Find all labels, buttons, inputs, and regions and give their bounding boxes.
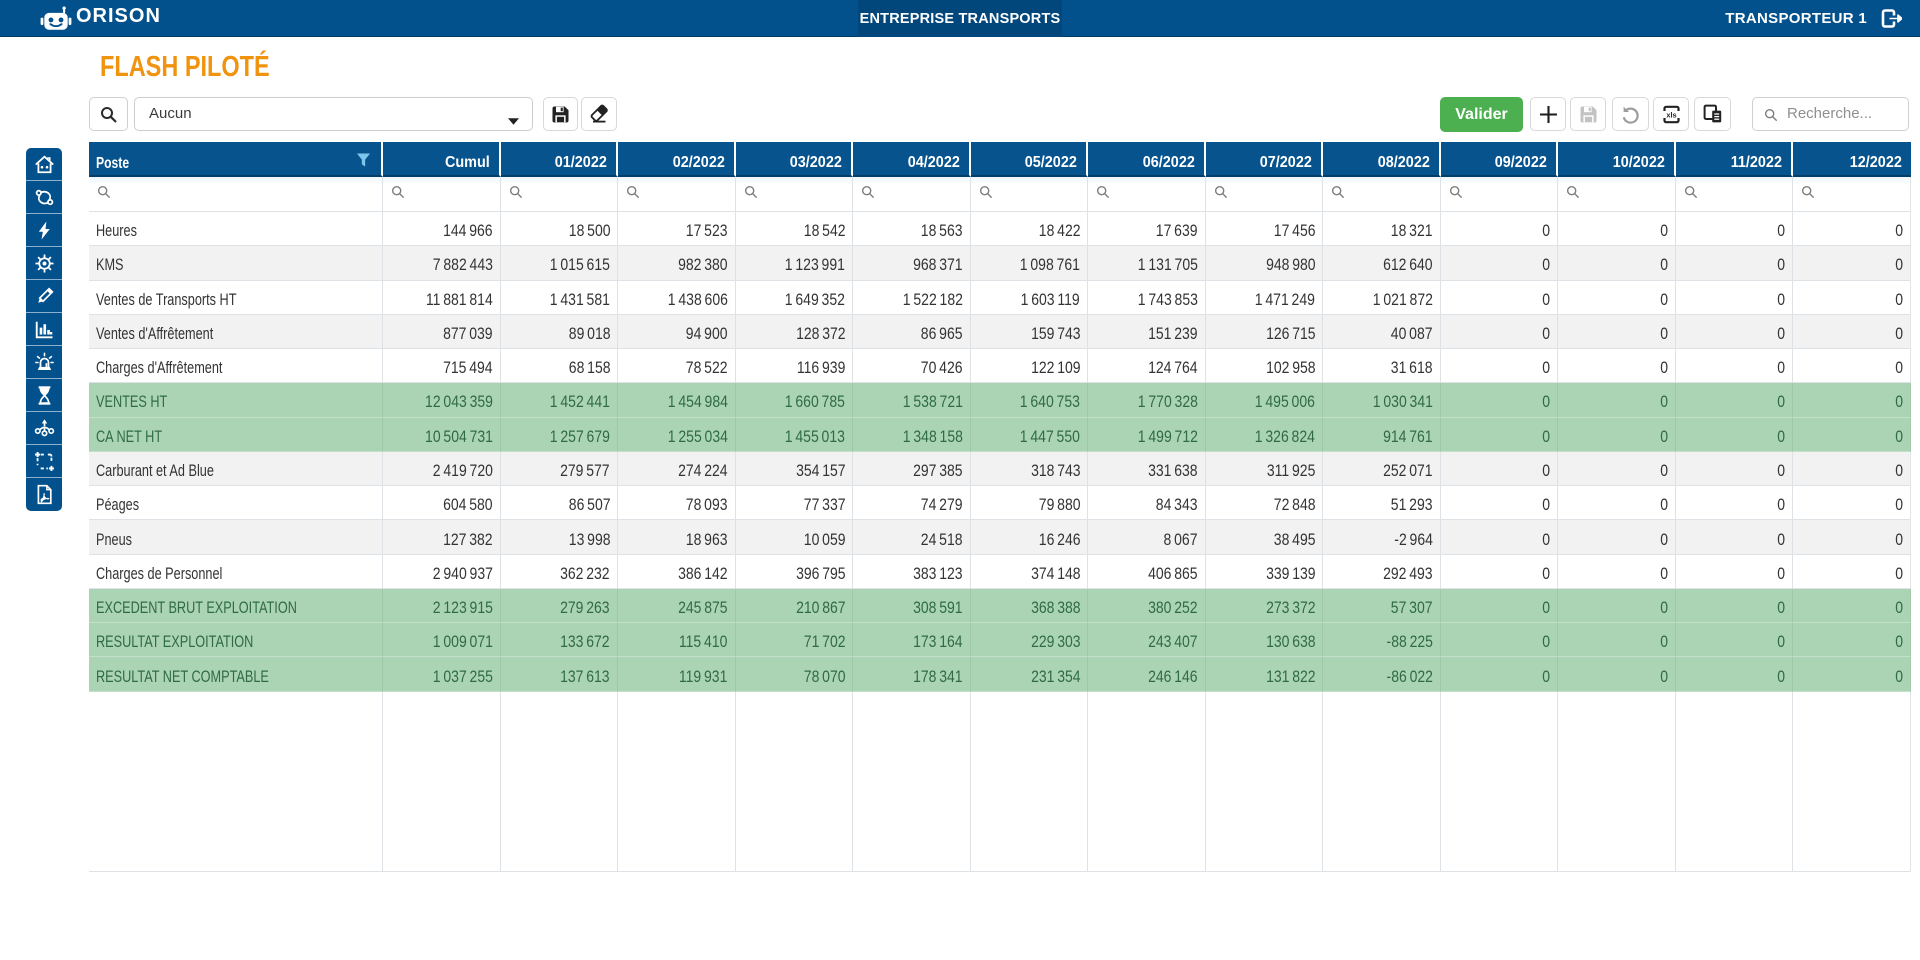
svg-text:xls: xls [1666, 110, 1676, 119]
